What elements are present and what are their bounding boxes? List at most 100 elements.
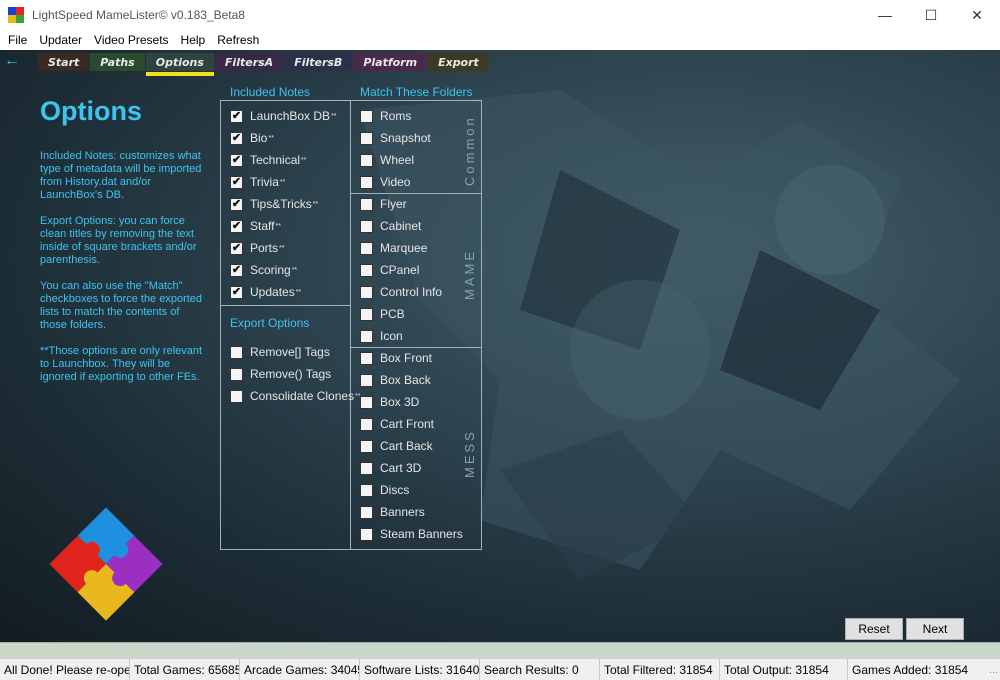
checkbox[interactable]: ✔ [230, 175, 243, 189]
included-note-checkbox[interactable]: ✔ Scoring ** [230, 262, 297, 278]
next-button[interactable]: Next [906, 618, 964, 640]
match-folder-checkbox[interactable]: Cart Back [360, 438, 433, 454]
match-folder-checkbox[interactable]: Cabinet [360, 218, 421, 234]
close-button[interactable]: ✕ [954, 0, 1000, 30]
included-note-checkbox[interactable]: ✔ Staff ** [230, 218, 281, 234]
app-logo [49, 507, 163, 621]
reset-button[interactable]: Reset [845, 618, 903, 640]
checkbox[interactable] [360, 483, 373, 497]
checkbox[interactable] [360, 241, 373, 255]
main-area: ← Start Paths Options FiltersA FiltersB … [0, 50, 1000, 642]
resize-grip-icon[interactable]: ⋯ [989, 667, 998, 678]
match-folder-checkbox[interactable]: Flyer [360, 196, 407, 212]
match-folder-checkbox[interactable]: Cart 3D [360, 460, 421, 476]
tab-filtersa[interactable]: FiltersA [214, 53, 284, 71]
match-folder-checkbox[interactable]: Snapshot [360, 130, 431, 146]
tab-filtersb[interactable]: FiltersB [284, 53, 353, 71]
match-folder-checkbox[interactable]: Video [360, 174, 410, 190]
match-folder-checkbox[interactable]: Icon [360, 328, 403, 344]
match-folder-checkbox[interactable]: Discs [360, 482, 409, 498]
checkbox-label: Remove[] Tags [250, 345, 330, 359]
minimize-button[interactable]: — [862, 0, 908, 30]
checkbox[interactable]: ✔ [230, 219, 243, 233]
checkbox[interactable]: ✔ [230, 285, 243, 299]
included-note-checkbox[interactable]: ✔ Tips&Tricks ** [230, 196, 318, 212]
checkbox-label: Banners [380, 505, 425, 519]
match-folder-checkbox[interactable]: Marquee [360, 240, 427, 256]
checkbox[interactable] [360, 153, 373, 167]
tab-options[interactable]: Options [145, 53, 215, 76]
checkbox[interactable] [360, 373, 373, 387]
checkbox[interactable] [230, 345, 243, 359]
tab-start[interactable]: Start [38, 53, 90, 71]
page-title: Options [40, 96, 142, 126]
checkbox[interactable] [230, 367, 243, 381]
menu-help[interactable]: Help [175, 33, 212, 47]
match-folder-checkbox[interactable]: Box Front [360, 350, 432, 366]
included-note-checkbox[interactable]: ✔ Trivia ** [230, 174, 285, 190]
checkbox[interactable]: ✔ [230, 153, 243, 167]
tab-platform[interactable]: Platform [353, 53, 428, 71]
checkbox[interactable] [360, 505, 373, 519]
menu-bar: File Updater Video Presets Help Refresh [0, 30, 1000, 50]
checkbox[interactable]: ✔ [230, 109, 243, 123]
match-folder-checkbox[interactable]: Roms [360, 108, 411, 124]
menu-updater[interactable]: Updater [33, 33, 88, 47]
checkbox[interactable] [360, 307, 373, 321]
help-paragraph: Included Notes: customizes what type of … [40, 150, 202, 201]
checkbox-label: Discs [380, 483, 410, 497]
checkbox[interactable] [360, 175, 373, 189]
match-folder-checkbox[interactable]: PCB [360, 306, 405, 322]
menu-refresh[interactable]: Refresh [211, 33, 265, 47]
group-divider [350, 347, 482, 348]
included-note-checkbox[interactable]: ✔ Updates ** [230, 284, 301, 300]
maximize-button[interactable]: ☐ [908, 0, 954, 30]
checkbox[interactable]: ✔ [230, 263, 243, 277]
checkbox[interactable] [360, 395, 373, 409]
help-text: Included Notes: customizes what type of … [40, 150, 204, 397]
status-total-filtered: Total Filtered: 31854 [600, 658, 720, 680]
export-options-label: Export Options [230, 316, 310, 330]
tab-paths[interactable]: Paths [90, 53, 145, 71]
menu-file[interactable]: File [2, 33, 33, 47]
checkbox[interactable] [360, 197, 373, 211]
checkbox-label: LaunchBox DB [250, 109, 331, 123]
match-folder-checkbox[interactable]: Banners [360, 504, 425, 520]
group-divider [350, 193, 482, 194]
tab-export[interactable]: Export [428, 53, 489, 71]
included-note-checkbox[interactable]: ✔ LaunchBox DB ** [230, 108, 337, 124]
checkbox[interactable] [360, 285, 373, 299]
checkbox[interactable] [360, 263, 373, 277]
match-folder-checkbox[interactable]: Box 3D [360, 394, 419, 410]
checkbox[interactable]: ✔ [230, 131, 243, 145]
included-note-checkbox[interactable]: ✔ Ports ** [230, 240, 284, 256]
checkbox[interactable] [360, 417, 373, 431]
menu-video-presets[interactable]: Video Presets [88, 33, 175, 47]
help-paragraph: **Those options are only relevant to Lau… [40, 345, 203, 383]
checkbox[interactable] [230, 389, 243, 403]
match-folder-checkbox[interactable]: Steam Banners [360, 526, 463, 542]
match-folder-checkbox[interactable]: Control Info [360, 284, 442, 300]
checkbox[interactable] [360, 131, 373, 145]
included-note-checkbox[interactable]: ✔ Bio ** [230, 130, 274, 146]
checkbox[interactable] [360, 329, 373, 343]
match-folder-checkbox[interactable]: CPanel [360, 262, 419, 278]
checkbox[interactable] [360, 439, 373, 453]
match-folder-checkbox[interactable]: Wheel [360, 152, 414, 168]
match-folder-checkbox[interactable]: Box Back [360, 372, 431, 388]
export-option-checkbox[interactable]: Remove() Tags [230, 366, 331, 382]
checkbox[interactable]: ✔ [230, 197, 243, 211]
export-option-checkbox[interactable]: Remove[] Tags [230, 344, 330, 360]
checkbox[interactable] [360, 109, 373, 123]
export-option-checkbox[interactable]: Consolidate Clones ** [230, 388, 361, 404]
match-folder-checkbox[interactable]: Cart Front [360, 416, 434, 432]
checkbox[interactable] [360, 351, 373, 365]
relevance-marker: ** [295, 288, 302, 296]
checkbox[interactable] [360, 527, 373, 541]
checkbox-label: Cart Back [380, 439, 433, 453]
included-note-checkbox[interactable]: ✔ Technical ** [230, 152, 306, 168]
checkbox[interactable] [360, 461, 373, 475]
checkbox[interactable]: ✔ [230, 241, 243, 255]
checkbox[interactable] [360, 219, 373, 233]
back-arrow-icon[interactable]: ← [4, 52, 20, 70]
